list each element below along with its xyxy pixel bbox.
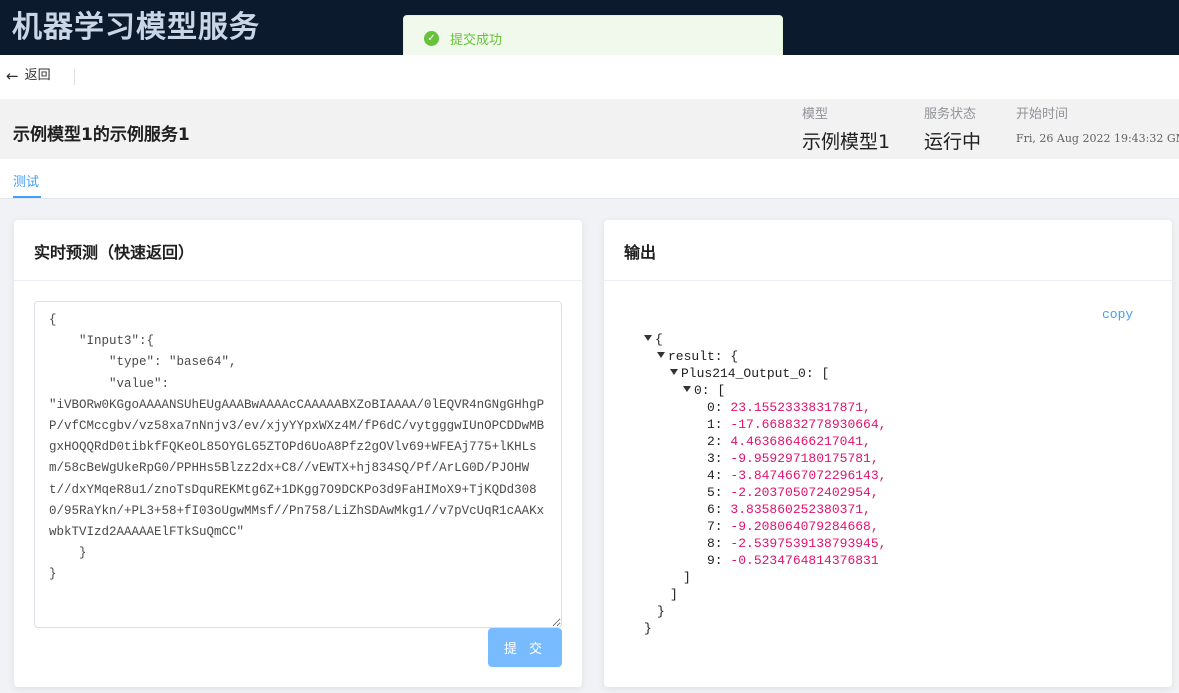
- submit-button[interactable]: 提 交: [488, 628, 562, 667]
- json-tree: { result: { Plus214_Output_0: [ 0: [ 0: …: [644, 332, 887, 636]
- tree-index: 8:: [707, 536, 723, 551]
- meta-value: Fri, 26 Aug 2022 19:43:32 GMT: [1016, 132, 1179, 145]
- tree-key: 0:: [694, 383, 710, 398]
- output-card: 输出 copy { result: { Plus214_Output_0: [ …: [604, 220, 1172, 687]
- tree-index: 5:: [707, 485, 723, 500]
- meta-value: 运行中: [924, 131, 982, 153]
- predict-card-title: 实时预测（快速返回）: [14, 220, 582, 281]
- tree-value-row: 7: -9.208064079284668,: [644, 518, 886, 535]
- nav-divider: [74, 69, 75, 85]
- tree-value-row: 3: -9.959297180175781,: [644, 450, 886, 467]
- tree-values: 0: 23.15523338317871, 1: -17.668832778930…: [644, 399, 886, 569]
- meta-label: 服务状态: [924, 107, 977, 122]
- meta-label: 模型: [802, 107, 829, 122]
- meta-value: 示例模型1: [802, 131, 891, 153]
- back-label: 返回: [24, 68, 51, 83]
- tree-value-row: 5: -2.203705072402954,: [644, 484, 886, 501]
- tabs-row: 测试: [0, 159, 1179, 199]
- tree-value-row: 1: -17.668832778930664,: [644, 416, 886, 433]
- tree-index: 6:: [707, 502, 723, 517]
- nav-row: ← 返回: [0, 55, 1179, 99]
- copy-button[interactable]: copy: [1102, 307, 1133, 322]
- tree-number: -9.208064079284668,: [730, 519, 879, 534]
- arrow-left-icon: ←: [6, 67, 19, 85]
- tree-number: -17.668832778930664,: [730, 417, 887, 432]
- tree-number: 3.835860252380371,: [730, 502, 871, 517]
- tree-number: -3.8474667072296143,: [730, 468, 887, 483]
- tree-number: -2.5397539138793945,: [730, 536, 887, 551]
- collapse-caret-icon[interactable]: [683, 386, 691, 392]
- tree-value-row: 6: 3.835860252380371,: [644, 501, 886, 518]
- meta-status: 服务状态 运行中: [924, 106, 981, 154]
- tree-number: -0.5234764814376831: [730, 553, 879, 568]
- tree-index: 1:: [707, 417, 723, 432]
- tree-index: 2:: [707, 434, 723, 449]
- json-input-textarea[interactable]: { "Input3":{ "type": "base64", "value": …: [34, 301, 562, 628]
- tree-index: 7:: [707, 519, 723, 534]
- tree-value-row: 2: 4.463686466217041,: [644, 433, 886, 450]
- tree-value-row: 0: 23.15523338317871,: [644, 399, 886, 416]
- check-circle-icon: ✓: [424, 31, 439, 46]
- predict-card: 实时预测（快速返回） { "Input3":{ "type": "base64"…: [14, 220, 582, 687]
- tree-number: -9.959297180175781,: [730, 451, 879, 466]
- toast-message: 提交成功: [450, 33, 503, 48]
- collapse-caret-icon[interactable]: [644, 335, 652, 341]
- tab-test[interactable]: 测试: [13, 171, 39, 190]
- tree-index: 0:: [707, 400, 723, 415]
- tree-number: 23.15523338317871,: [730, 400, 871, 415]
- collapse-caret-icon[interactable]: [670, 369, 678, 375]
- tree-key: result:: [668, 349, 723, 364]
- service-header: 示例模型1的示例服务1 模型 示例模型1 服务状态 运行中 开始时间 Fri, …: [0, 99, 1179, 159]
- tree-key: Plus214_Output_0:: [681, 366, 814, 381]
- tree-index: 3:: [707, 451, 723, 466]
- tree-value-row: 8: -2.5397539138793945,: [644, 535, 886, 552]
- tree-index: 4:: [707, 468, 723, 483]
- tree-value-row: 9: -0.5234764814376831: [644, 552, 886, 569]
- back-button[interactable]: ← 返回: [6, 67, 51, 85]
- tree-index: 9:: [707, 553, 723, 568]
- tree-number: -2.203705072402954,: [730, 485, 879, 500]
- meta-label: 开始时间: [1016, 107, 1069, 122]
- output-card-title: 输出: [604, 220, 1172, 281]
- service-title: 示例模型1的示例服务1: [13, 125, 190, 145]
- meta-model: 模型 示例模型1: [802, 106, 890, 154]
- tree-number: 4.463686466217041,: [730, 434, 871, 449]
- tree-value-row: 4: -3.8474667072296143,: [644, 467, 886, 484]
- collapse-caret-icon[interactable]: [657, 352, 665, 358]
- tab-active-indicator: [13, 196, 41, 198]
- meta-start-time: 开始时间 Fri, 26 Aug 2022 19:43:32 GMT: [1016, 106, 1179, 151]
- app-title: 机器学习模型服务: [12, 10, 260, 45]
